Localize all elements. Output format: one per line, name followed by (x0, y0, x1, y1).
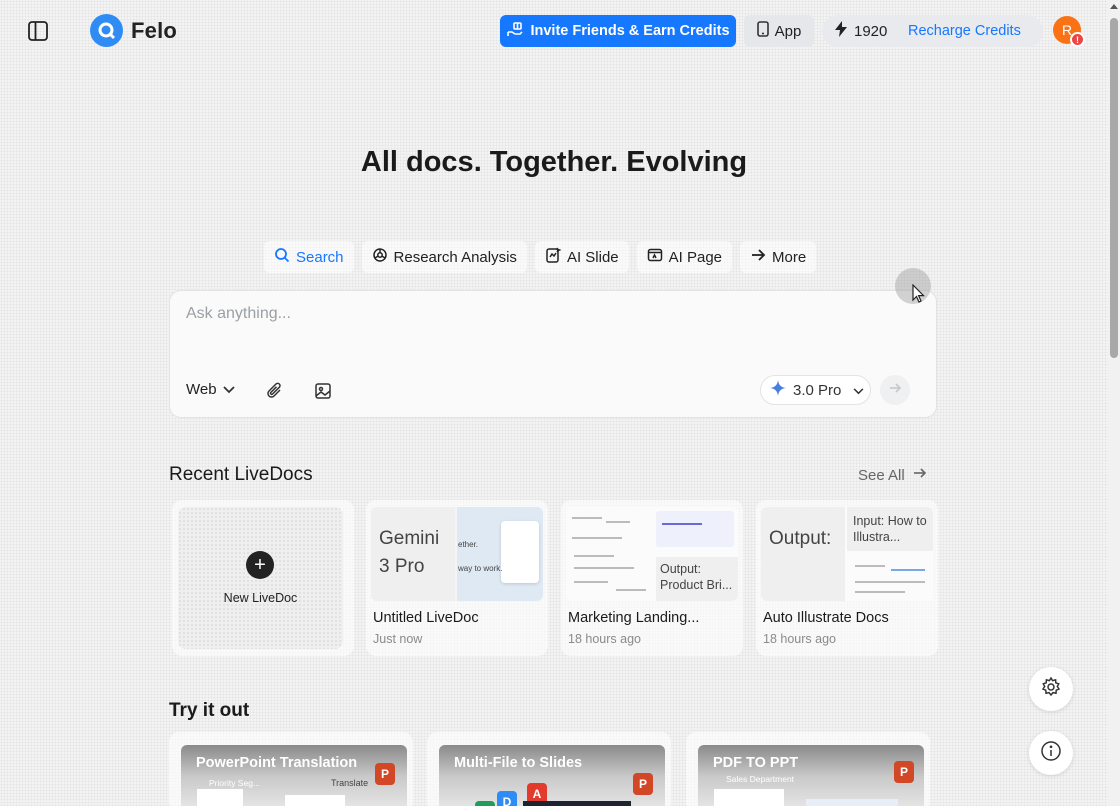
logo-text: Felo (131, 17, 178, 43)
thumbnail-text: Output: Product Bri... (660, 562, 733, 592)
powerpoint-icon: P (375, 763, 395, 785)
thumbnail-side-text: way to work. (458, 564, 503, 573)
thumbnail-side-text: Input: How to Illustra... (853, 514, 927, 544)
thumbnail-text: Gemini 3 Pro (379, 528, 440, 577)
try-card-label: PDF TO PPT (713, 755, 799, 771)
livedoc-time: 18 hours ago (763, 632, 836, 646)
slide-icon (545, 247, 562, 267)
try-card-image: Multi-File to Slides P A D X (439, 745, 665, 806)
sparkle-icon (769, 379, 787, 401)
powerpoint-icon: P (894, 761, 914, 783)
doc-icon: D (497, 791, 517, 806)
gift-hand-icon (506, 20, 524, 42)
recharge-credits-link[interactable]: Recharge Credits (908, 23, 1021, 39)
model-select[interactable]: 3.0 Pro (760, 375, 871, 405)
app-download-button[interactable]: App (744, 15, 814, 47)
gear-icon (1040, 676, 1062, 703)
try-card-multi-file-to-slides[interactable]: Multi-File to Slides P A D X (427, 732, 671, 806)
scroll-up-arrow-icon[interactable] (1110, 4, 1118, 9)
search-icon (274, 247, 290, 267)
credit-count: 1920 (854, 22, 888, 40)
see-all-label: See All (858, 466, 905, 484)
page-icon (647, 247, 663, 267)
livedoc-name: Marketing Landing... (568, 610, 700, 626)
credits-pill: 1920 Recharge Credits (822, 15, 1043, 47)
livedoc-thumbnail: Output: Input: How to Illustra... (761, 507, 933, 601)
app-label: App (774, 22, 802, 40)
livedoc-card[interactable]: Gemini 3 Pro ether. way to work. Untitle… (366, 500, 548, 656)
info-button[interactable] (1029, 731, 1073, 775)
chevron-down-icon (853, 382, 864, 399)
tab-label: Research Analysis (393, 248, 517, 266)
chevron-down-icon (222, 381, 235, 398)
source-select[interactable]: Web (186, 381, 235, 398)
livedoc-name: Auto Illustrate Docs (763, 610, 889, 626)
attach-file-button[interactable] (266, 382, 284, 405)
tab-label: AI Slide (566, 248, 619, 266)
felo-logo[interactable]: Felo (90, 14, 177, 47)
tab-label: Search (296, 248, 344, 266)
try-card-sub-text: Sales Department (726, 774, 795, 784)
invite-label: Invite Friends & Earn Credits (530, 23, 730, 39)
notification-badge: ! (1070, 32, 1085, 47)
livedoc-time: 18 hours ago (568, 632, 641, 646)
search-input[interactable] (186, 305, 886, 323)
sidebar-toggle-icon[interactable] (26, 19, 50, 43)
paperclip-icon (266, 382, 284, 404)
livedoc-name: Untitled LiveDoc (373, 610, 479, 626)
powerpoint-icon: P (633, 773, 653, 795)
felo-logo-icon (90, 14, 123, 47)
scroll-thumb[interactable] (1110, 18, 1118, 358)
try-card-powerpoint-translation[interactable]: PowerPoint Translation Priority Seg... T… (169, 732, 413, 806)
invite-friends-button[interactable]: Invite Friends & Earn Credits (500, 15, 736, 47)
livedoc-thumbnail: Output: Product Bri... (566, 507, 738, 601)
tab-search[interactable]: Search (264, 241, 354, 273)
livedoc-time: Just now (373, 632, 423, 646)
thumbnail-text: Output: (769, 528, 832, 549)
try-card-image: PDF TO PPT Sales Department P 2023 (698, 745, 924, 806)
tab-label: AI Page (668, 248, 723, 266)
info-icon (1040, 740, 1062, 767)
sheet-icon: X (475, 801, 495, 806)
lightning-icon (834, 20, 848, 42)
mouse-cursor-icon (912, 283, 926, 309)
try-card-label: Multi-File to Slides (454, 755, 583, 771)
page-title: All docs. Together. Evolving (360, 146, 748, 178)
plus-icon: + (246, 551, 274, 579)
tab-more[interactable]: More (740, 241, 817, 273)
upload-image-button[interactable] (314, 382, 332, 405)
research-icon (372, 247, 388, 267)
livedoc-card[interactable]: Output: Input: How to Illustra... Auto I… (756, 500, 938, 656)
mode-tabs: Search Research Analysis AI Slide AI Pag… (264, 241, 817, 273)
source-label: Web (186, 381, 217, 398)
page-scrollbar[interactable] (1108, 0, 1120, 806)
send-button[interactable] (880, 375, 910, 405)
livedoc-thumbnail: Gemini 3 Pro ether. way to work. (371, 507, 543, 601)
image-icon (314, 383, 332, 404)
new-livedoc-button[interactable]: + New LiveDoc (178, 507, 343, 649)
tab-research-analysis[interactable]: Research Analysis (361, 241, 527, 273)
arrow-right-icon (913, 466, 927, 484)
settings-button[interactable] (1029, 667, 1073, 711)
phone-icon (756, 21, 769, 41)
thumbnail-side-text: ether. (458, 540, 479, 549)
see-all-link[interactable]: See All (858, 466, 927, 484)
try-card-label: PowerPoint Translation (196, 755, 358, 771)
tab-ai-page[interactable]: AI Page (636, 241, 733, 273)
top-header: Felo Invite Friends & Earn Credits App 1… (0, 0, 1108, 62)
try-card-sub-text: Translate (331, 778, 369, 788)
try-it-out-title: Try it out (169, 700, 250, 721)
arrow-right-icon (750, 247, 766, 267)
new-livedoc-label: New LiveDoc (223, 591, 298, 605)
recent-livedocs-title: Recent LiveDocs (169, 464, 313, 485)
try-card-pdf-to-ppt[interactable]: PDF TO PPT Sales Department P 2023 (686, 732, 930, 806)
try-card-image: PowerPoint Translation Priority Seg... T… (181, 745, 407, 806)
model-label: 3.0 Pro (793, 381, 842, 399)
tab-ai-slide[interactable]: AI Slide (534, 241, 629, 273)
tab-label: More (772, 248, 807, 266)
arrow-right-icon (888, 381, 902, 400)
search-box: Web 3.0 Pro (169, 290, 937, 418)
livedoc-card[interactable]: Output: Product Bri... Marketing Landing… (561, 500, 743, 656)
